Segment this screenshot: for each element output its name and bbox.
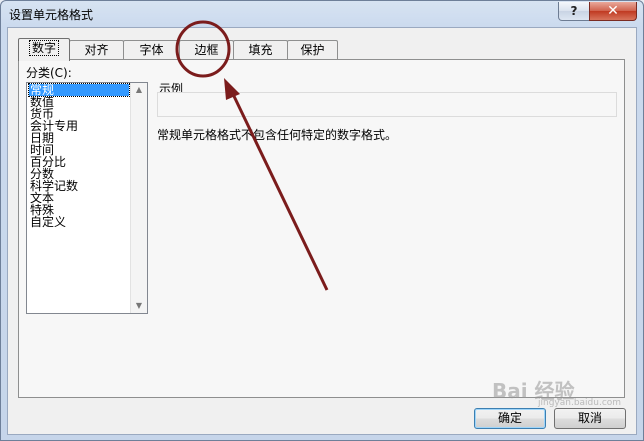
- category-scrollbar[interactable]: ▲ ▼: [130, 83, 147, 313]
- tab-protection-label: 保护: [300, 43, 325, 57]
- cancel-button[interactable]: 取消: [554, 408, 626, 429]
- ok-button[interactable]: 确定: [474, 408, 546, 429]
- tab-alignment[interactable]: 对齐: [69, 40, 124, 60]
- tab-alignment-label: 对齐: [84, 43, 109, 57]
- tab-fill[interactable]: 填充: [233, 40, 288, 60]
- tab-font-label: 字体: [139, 43, 164, 57]
- category-list: 常规 数值 货币 会计专用 日期 时间 百分比 分数 科学记数 文本 特殊 自定…: [28, 83, 130, 228]
- tab-protection[interactable]: 保护: [287, 40, 338, 60]
- tab-fill-label: 填充: [248, 43, 273, 57]
- dialog-body: 数字 对齐 字体 边框 填充 保护 分类(C): 常规 数值 货币 会计专用 日…: [7, 27, 637, 435]
- scroll-up-arrow-icon[interactable]: ▲: [131, 83, 147, 97]
- category-listbox[interactable]: 常规 数值 货币 会计专用 日期 时间 百分比 分数 科学记数 文本 特殊 自定…: [26, 82, 148, 314]
- tab-number[interactable]: 数字: [18, 38, 70, 61]
- close-button[interactable]: ✕: [589, 2, 637, 21]
- title-bar: 设置单元格格式 ? ✕: [1, 1, 643, 27]
- sample-preview: [157, 92, 617, 117]
- category-item-custom[interactable]: 自定义: [29, 216, 129, 228]
- help-button[interactable]: ?: [558, 2, 590, 21]
- tab-number-label: 数字: [28, 40, 60, 56]
- number-tab-panel: 分类(C): 常规 数值 货币 会计专用 日期 时间 百分比 分数 科学记数 文…: [18, 59, 625, 398]
- dialog-title: 设置单元格格式: [9, 8, 94, 22]
- category-label: 分类(C):: [26, 66, 72, 80]
- watermark-url: jingyan.baidu.com: [538, 398, 622, 408]
- tab-border-label: 边框: [194, 43, 219, 57]
- format-description: 常规单元格格式不包含任何特定的数字格式。: [157, 128, 398, 142]
- tab-border[interactable]: 边框: [179, 40, 234, 60]
- tab-font[interactable]: 字体: [123, 40, 180, 60]
- scroll-down-arrow-icon[interactable]: ▼: [131, 299, 147, 313]
